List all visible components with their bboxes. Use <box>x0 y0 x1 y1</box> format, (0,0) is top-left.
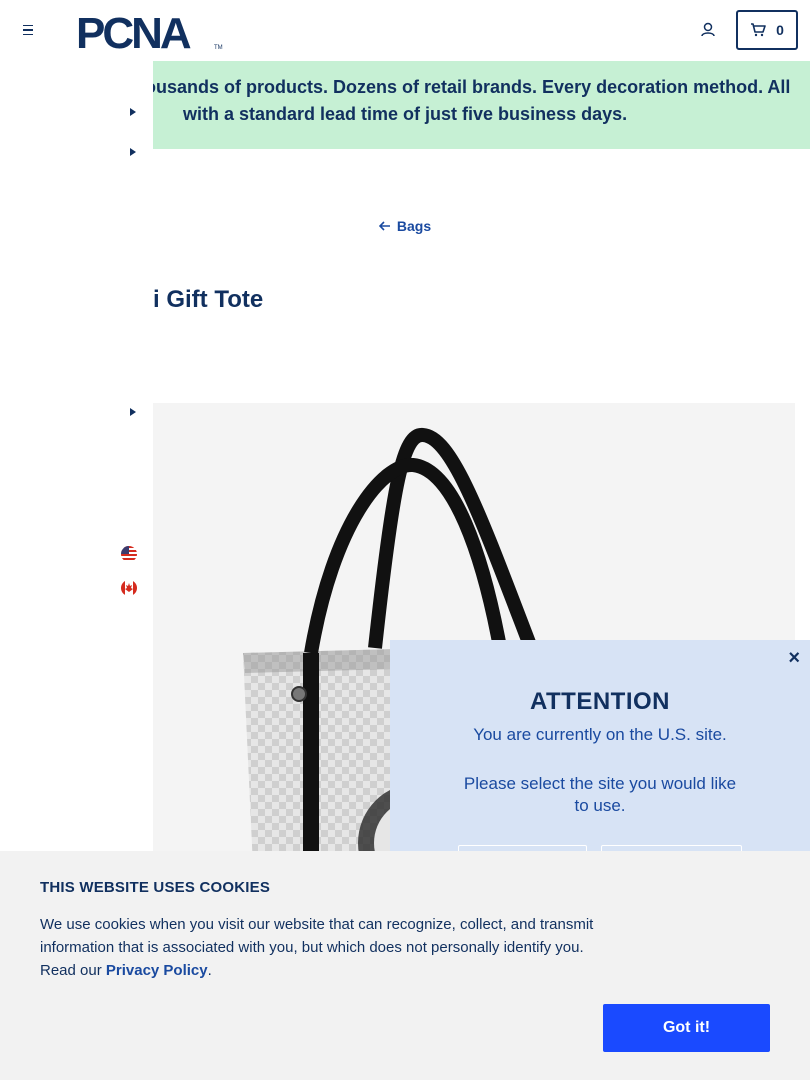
cookie-period: . <box>207 962 212 979</box>
logo-trademark: TM <box>214 45 223 51</box>
cookie-banner: THIS WEBSITE USES COOKIES We use cookies… <box>0 851 810 1080</box>
logo-text: PCNA <box>76 9 191 52</box>
us-flag-icon[interactable] <box>121 546 137 562</box>
cart-count: 0 <box>776 22 784 38</box>
promo-line-1: Thousands of products. Dozens of retail … <box>153 77 791 97</box>
close-icon[interactable]: × <box>788 648 800 668</box>
product-title: i Gift Tote <box>153 286 264 313</box>
accept-cookies-button[interactable]: Got it! <box>603 1004 770 1052</box>
pcna-logo[interactable]: PCNA TM <box>76 8 224 58</box>
caret-right-icon[interactable] <box>130 148 136 156</box>
caret-right-icon[interactable] <box>130 108 136 116</box>
cookie-title: THIS WEBSITE USES COOKIES <box>40 879 271 896</box>
cart-button[interactable]: 0 <box>736 10 798 50</box>
breadcrumb-label: Bags <box>396 218 432 234</box>
caret-right-icon[interactable] <box>130 408 136 416</box>
promo-line-2: with a standard lead time of just five b… <box>183 104 628 124</box>
breadcrumb-link-bags[interactable]: Bags <box>378 218 432 234</box>
site-header: PCNA TM 0 <box>0 0 810 60</box>
breadcrumb: Bags <box>0 218 810 234</box>
canada-flag-icon[interactable] <box>121 580 137 596</box>
cart-icon <box>751 23 766 37</box>
attention-prompt: Please select the site you would like to… <box>463 774 737 815</box>
arrow-left-icon <box>378 221 390 231</box>
privacy-policy-link[interactable]: Privacy Policy <box>106 962 208 979</box>
user-icon[interactable] <box>698 20 718 40</box>
cookie-text: We use cookies when you visit our websit… <box>40 913 600 982</box>
attention-message: You are currently on the U.S. site. <box>473 725 727 744</box>
page: PCNA TM 0 Thousands of products. Dozens … <box>0 0 810 1080</box>
hamburger-menu-icon[interactable] <box>18 20 38 40</box>
promo-banner: Thousands of products. Dozens of retail … <box>153 61 810 149</box>
attention-title: ATTENTION <box>529 688 671 715</box>
